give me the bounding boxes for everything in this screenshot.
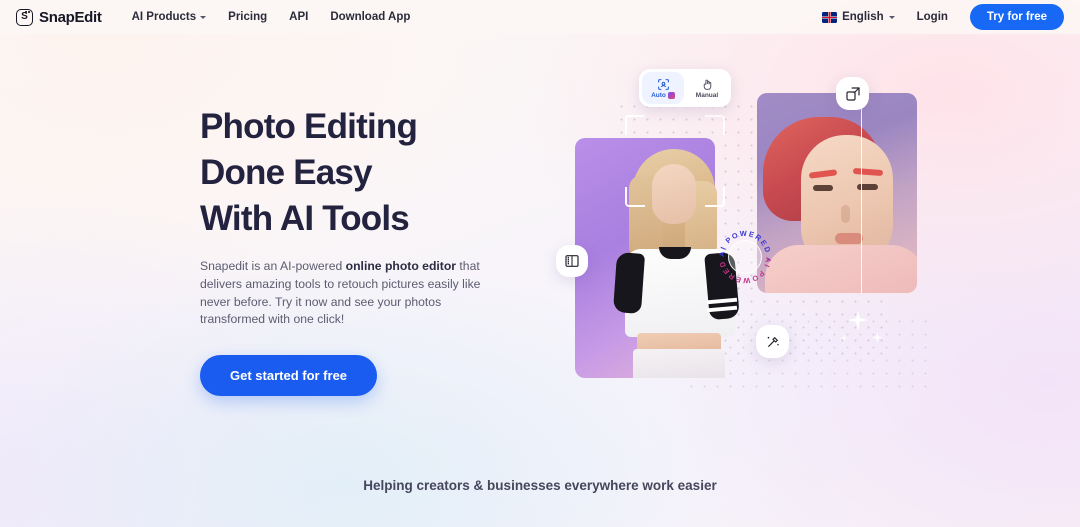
- magic-wand-icon: [767, 336, 779, 347]
- toolbar-manual-label: Manual: [695, 91, 719, 99]
- face-detect-icon: [657, 78, 669, 90]
- sparkle-icon-medium: [872, 332, 883, 343]
- image-enlarger-icon: [845, 86, 860, 101]
- hero-description: Snapedit is an AI-powered online photo e…: [200, 258, 485, 329]
- hero-illustration: [545, 45, 965, 390]
- remove-background-icon: [565, 255, 579, 267]
- page-title: Photo Editing Done Easy With AI Tools: [200, 104, 500, 242]
- nav-label: AI Products: [131, 11, 197, 23]
- brand-logo[interactable]: S SnapEdit: [16, 8, 102, 26]
- login-link[interactable]: Login: [917, 11, 948, 23]
- description-highlight: online photo editor: [345, 259, 457, 273]
- site-header: S SnapEdit AI Products Pricing API Downl…: [0, 0, 1080, 34]
- nav-item-download-app[interactable]: Download App: [330, 11, 410, 23]
- nav-item-api[interactable]: API: [289, 11, 308, 23]
- sparkle-icon-small: [840, 334, 848, 342]
- get-started-button[interactable]: Get started for free: [200, 355, 378, 397]
- before-after-split-handle[interactable]: [861, 93, 863, 293]
- heading-line-1: Photo Editing: [200, 107, 418, 146]
- toolbar-option-manual[interactable]: Manual: [686, 72, 728, 104]
- language-label: English: [842, 11, 884, 23]
- heading-line-3: With AI Tools: [200, 199, 410, 238]
- portrait-photo-right: [757, 93, 917, 293]
- ai-badge-ring-core: [728, 240, 762, 274]
- auto-manual-toolbar: Auto Manual: [639, 69, 731, 107]
- face-focus-frame-icon: [625, 115, 725, 207]
- heading-line-2: Done Easy: [200, 153, 373, 192]
- toolbar-auto-label: Auto: [651, 91, 666, 99]
- chevron-down-icon: [200, 15, 207, 19]
- logo-dots-icon: [25, 11, 30, 13]
- description-part-1: Snapedit is an AI-powered: [200, 259, 346, 273]
- ai-powered-badge: AI POWERED • AI POWERED •: [715, 222, 773, 285]
- remove-background-button[interactable]: [556, 245, 588, 277]
- language-selector[interactable]: English: [822, 11, 895, 23]
- magic-wand-button[interactable]: [756, 325, 789, 358]
- sparkle-icon-large: [848, 310, 868, 330]
- hand-pointer-icon: [703, 79, 711, 90]
- brand-name: SnapEdit: [39, 8, 102, 26]
- snapedit-logo-icon: S: [16, 8, 33, 26]
- uk-flag-icon: [822, 11, 838, 23]
- try-for-free-button[interactable]: Try for free: [969, 4, 1064, 30]
- nav-item-pricing[interactable]: Pricing: [228, 11, 267, 23]
- main-nav: AI Products Pricing API Download App: [132, 11, 411, 23]
- header-actions: English Login Try for free: [822, 4, 1064, 30]
- chevron-down-icon: [888, 15, 895, 19]
- image-enlarger-button[interactable]: [836, 77, 869, 110]
- nav-item-ai-products[interactable]: AI Products: [132, 11, 207, 23]
- toolbar-auto-label-wrap: Auto: [651, 91, 675, 99]
- logo-letter: S: [21, 11, 28, 22]
- toolbar-option-auto[interactable]: Auto: [642, 72, 684, 104]
- bottom-tagline: Helping creators & businesses everywhere…: [363, 478, 717, 493]
- ai-badge-icon: [667, 91, 675, 99]
- hero-copy: Photo Editing Done Easy With AI Tools Sn…: [200, 104, 500, 397]
